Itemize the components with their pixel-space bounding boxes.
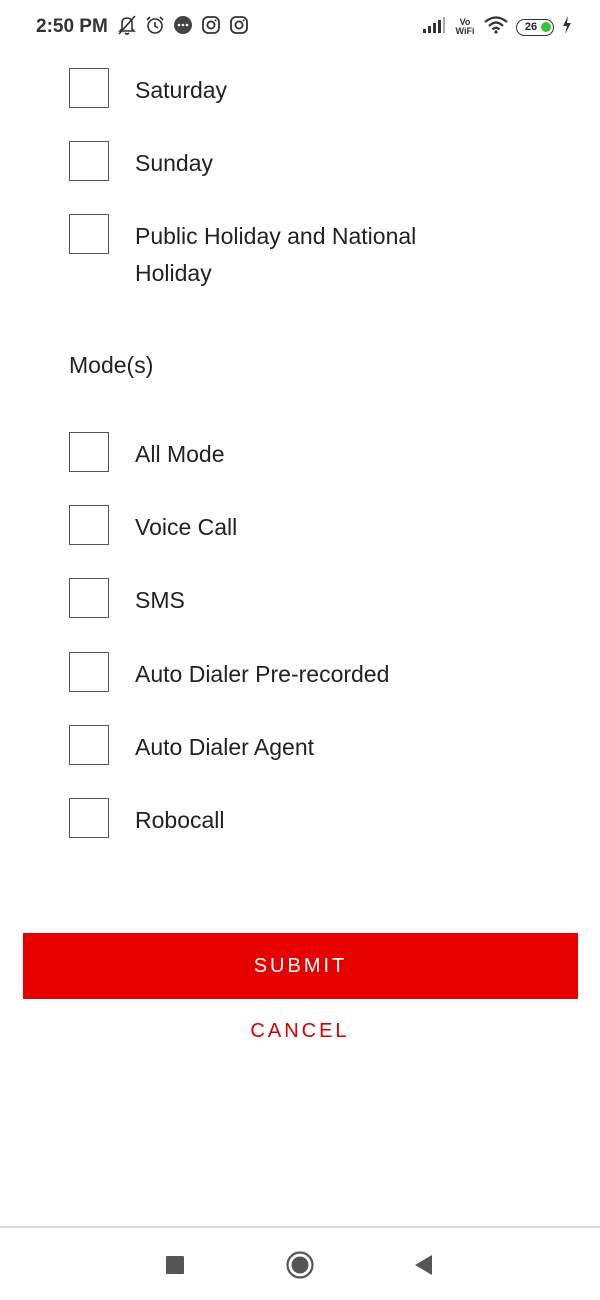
charging-icon xyxy=(562,15,572,39)
vowifi-icon: Vo WiFi xyxy=(455,17,475,36)
checkbox-saturday[interactable] xyxy=(69,68,109,108)
checkbox-public-holiday[interactable] xyxy=(69,214,109,254)
notification-icons xyxy=(116,14,250,41)
day-label: Sunday xyxy=(135,150,214,176)
mode-label: All Mode xyxy=(135,441,225,467)
navigation-bar xyxy=(0,1226,600,1300)
back-icon[interactable] xyxy=(408,1250,438,1280)
checkbox-auto-dialer-agent[interactable] xyxy=(69,725,109,765)
status-time: 2:50 PM xyxy=(36,16,108,37)
mode-label: Robocall xyxy=(135,807,225,833)
submit-button[interactable]: SUBMIT xyxy=(23,933,578,999)
checkbox-sms[interactable] xyxy=(69,578,109,618)
modes-section-title: Mode(s) xyxy=(69,352,154,378)
alarm-clock-icon xyxy=(144,14,166,41)
chat-bubble-icon xyxy=(172,14,194,41)
checkbox-sunday[interactable] xyxy=(69,141,109,181)
checkbox-voice-call[interactable] xyxy=(69,505,109,545)
recent-apps-icon[interactable] xyxy=(160,1250,190,1280)
mode-label: Voice Call xyxy=(135,514,238,540)
instagram-icon xyxy=(228,14,250,41)
instagram-icon xyxy=(200,14,222,41)
mode-label: Auto Dialer Pre-recorded xyxy=(135,661,390,687)
mode-label: Auto Dialer Agent xyxy=(135,734,315,760)
cell-signal-icon xyxy=(422,16,446,39)
checkbox-auto-dialer-pre-recorded[interactable] xyxy=(69,652,109,692)
battery-level: 26 xyxy=(524,20,538,33)
mode-label: SMS xyxy=(135,587,185,613)
day-label: Saturday xyxy=(135,77,228,103)
checkbox-robocall[interactable] xyxy=(69,798,109,838)
checkbox-all-mode[interactable] xyxy=(69,432,109,472)
system-status-icons: Vo WiFi 26 xyxy=(422,14,572,40)
day-label: Public Holiday and National Holiday xyxy=(135,223,417,286)
wifi-icon xyxy=(484,15,508,39)
cancel-button[interactable]: CANCEL xyxy=(200,1016,400,1046)
status-bar: 2:50 PM Vo WiFi 26 xyxy=(0,0,600,56)
battery-icon: 26 xyxy=(516,18,554,36)
battery-level-fill xyxy=(541,21,551,32)
muted-bell-icon xyxy=(116,14,138,41)
home-icon[interactable] xyxy=(285,1250,315,1280)
